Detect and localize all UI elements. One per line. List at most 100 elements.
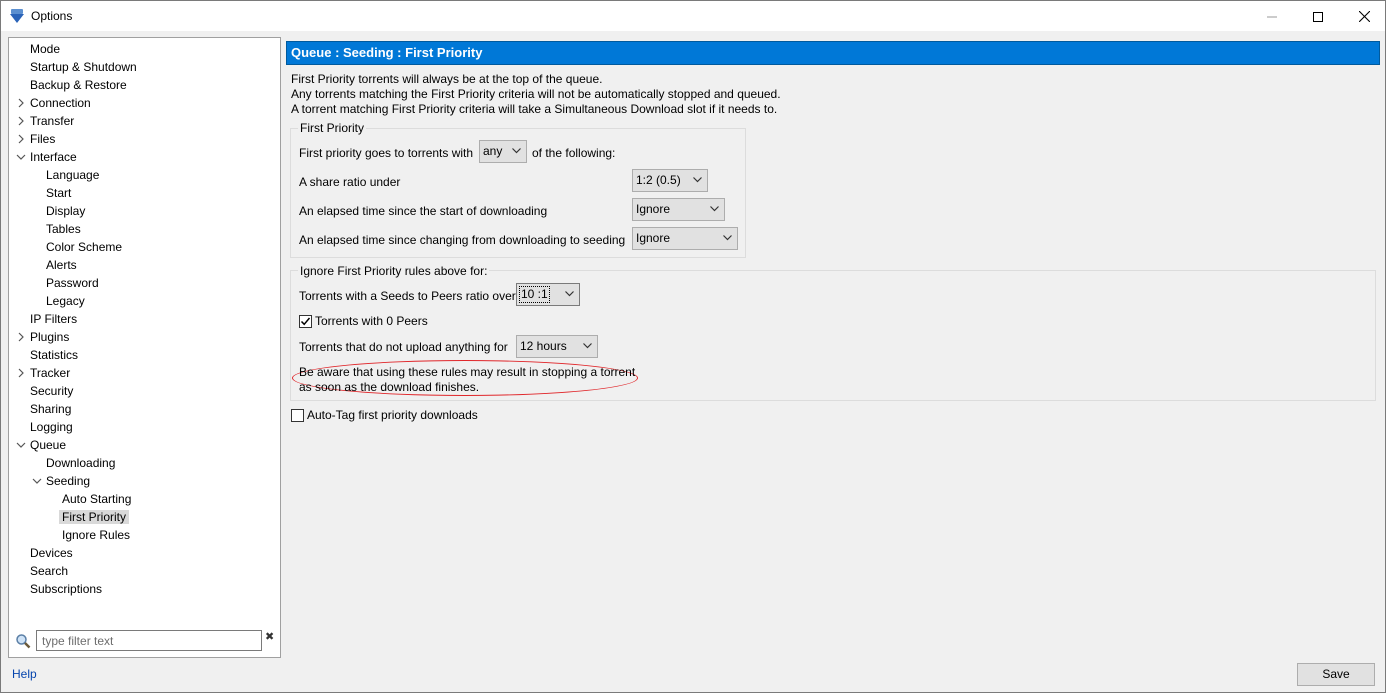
chevron-down-icon[interactable] <box>16 152 26 162</box>
tree-item-language[interactable]: Language <box>46 166 99 184</box>
tree-item-transfer[interactable]: Transfer <box>18 112 75 130</box>
tree-item-label: Downloading <box>46 456 116 470</box>
tree-item-label: Search <box>30 564 69 578</box>
app-icon <box>10 9 24 23</box>
auto-tag-label: Auto-Tag first priority downloads <box>307 408 478 422</box>
tree-item-label: Sharing <box>30 402 72 416</box>
chevron-right-icon[interactable] <box>16 98 26 108</box>
minimize-button[interactable] <box>1249 1 1295 32</box>
tree-item-label: Display <box>46 204 86 218</box>
tree-item-label: Language <box>46 168 100 182</box>
tree-item-color-scheme[interactable]: Color Scheme <box>46 238 122 256</box>
tree-item-devices[interactable]: Devices <box>30 544 73 562</box>
seeds-peers-label: Torrents with a Seeds to Peers ratio ove… <box>299 289 516 303</box>
tree-item-search[interactable]: Search <box>30 562 68 580</box>
chevron-down-icon <box>693 177 702 183</box>
tree-item-connection[interactable]: Connection <box>18 94 91 112</box>
tree-item-downloading[interactable]: Downloading <box>46 454 115 472</box>
tree-item-tracker[interactable]: Tracker <box>18 364 71 382</box>
tree-item-alerts[interactable]: Alerts <box>46 256 77 274</box>
chevron-right-icon[interactable] <box>16 134 26 144</box>
share-ratio-label: A share ratio under <box>299 175 401 189</box>
tree-item-label: Queue <box>30 438 67 452</box>
no-upload-label: Torrents that do not upload anything for <box>299 340 508 354</box>
tree-item-password[interactable]: Password <box>46 274 99 292</box>
tree-item-label: Start <box>46 186 72 200</box>
tree-item-label: Interface <box>30 150 77 164</box>
tree-item-security[interactable]: Security <box>30 382 73 400</box>
description-line-2: Any torrents matching the First Priority… <box>291 87 781 101</box>
zero-peers-checkbox[interactable] <box>299 315 312 328</box>
warning-line-2: as soon as the download finishes. <box>299 380 480 394</box>
chevron-down-icon <box>710 206 719 212</box>
tree-item-label: Auto Starting <box>62 492 132 506</box>
tree-item-subscriptions[interactable]: Subscriptions <box>30 580 102 598</box>
share-ratio-select[interactable]: 1:2 (0.5) <box>632 169 708 192</box>
tree-item-tables[interactable]: Tables <box>46 220 81 238</box>
tree-item-ip-filters[interactable]: IP Filters <box>30 310 77 328</box>
no-upload-value: 12 hours <box>520 339 567 353</box>
seeds-peers-select[interactable]: 10 :1 <box>516 283 580 306</box>
page-header: Queue : Seeding : First Priority <box>286 41 1380 65</box>
tree-item-first-priority[interactable]: First Priority <box>59 508 129 526</box>
tree-item-display[interactable]: Display <box>46 202 85 220</box>
tree-item-plugins[interactable]: Plugins <box>18 328 70 346</box>
help-link[interactable]: Help <box>12 667 37 681</box>
chevron-right-icon[interactable] <box>16 332 26 342</box>
first-priority-legend: First Priority <box>298 121 366 135</box>
elapsed-download-select[interactable]: Ignore <box>632 198 725 221</box>
elapsed-seeding-label: An elapsed time since changing from down… <box>299 233 626 247</box>
goes-to-prefix-label: First priority goes to torrents with <box>299 146 474 160</box>
tree-item-label: Devices <box>30 546 73 560</box>
elapsed-seeding-select[interactable]: Ignore <box>632 227 738 250</box>
tree-item-label: Connection <box>30 96 91 110</box>
tree-item-label: Subscriptions <box>30 582 103 596</box>
goes-to-suffix-label: of the following: <box>532 146 616 160</box>
tree-item-sharing[interactable]: Sharing <box>30 400 71 418</box>
auto-tag-checkbox[interactable] <box>291 409 304 422</box>
tree-item-label: Seeding <box>46 474 91 488</box>
chevron-down-icon <box>512 148 521 154</box>
tree-item-start[interactable]: Start <box>46 184 71 202</box>
title-bar: Options <box>0 0 1386 31</box>
tree-item-legacy[interactable]: Legacy <box>46 292 85 310</box>
chevron-down-icon[interactable] <box>16 440 26 450</box>
tree-item-ignore-rules[interactable]: Ignore Rules <box>62 526 130 544</box>
tree-item-queue[interactable]: Queue <box>16 436 67 454</box>
window-title: Options <box>31 9 73 23</box>
tree-item-auto-starting[interactable]: Auto Starting <box>62 490 131 508</box>
tree-item-label: Color Scheme <box>46 240 123 254</box>
chevron-down-icon <box>723 235 732 241</box>
clear-filter-icon[interactable]: ✖ <box>265 630 274 643</box>
warning-line-1: Be aware that using these rules may resu… <box>299 365 636 379</box>
tree-item-label: Alerts <box>46 258 77 272</box>
elapsed-seeding-value: Ignore <box>636 231 671 245</box>
no-upload-select[interactable]: 12 hours <box>516 335 598 358</box>
elapsed-download-value: Ignore <box>636 202 671 216</box>
tree-item-startup-shutdown[interactable]: Startup & Shutdown <box>30 58 137 76</box>
tree-item-backup-restore[interactable]: Backup & Restore <box>30 76 127 94</box>
tree-item-label: Transfer <box>30 114 75 128</box>
tree-item-label: Files <box>30 132 56 146</box>
tree-item-mode[interactable]: Mode <box>30 40 60 58</box>
maximize-button[interactable] <box>1295 1 1341 32</box>
close-button[interactable] <box>1341 1 1386 32</box>
tree-item-seeding[interactable]: Seeding <box>32 472 91 490</box>
tree-item-interface[interactable]: Interface <box>16 148 77 166</box>
tree-item-label: Security <box>30 384 74 398</box>
description-line-3: A torrent matching First Priority criter… <box>291 102 778 116</box>
share-ratio-value: 1:2 (0.5) <box>636 173 681 187</box>
chevron-down-icon[interactable] <box>32 476 42 486</box>
tree-item-label: Plugins <box>30 330 70 344</box>
tree-item-files[interactable]: Files <box>18 130 56 148</box>
match-mode-select[interactable]: any <box>479 140 527 163</box>
chevron-right-icon[interactable] <box>16 368 26 378</box>
save-button[interactable]: Save <box>1297 663 1375 686</box>
tree-item-label: Tracker <box>30 366 71 380</box>
tree-item-label: Statistics <box>30 348 79 362</box>
filter-input[interactable] <box>36 630 262 651</box>
chevron-right-icon[interactable] <box>16 116 26 126</box>
tree-item-label: IP Filters <box>30 312 78 326</box>
tree-item-logging[interactable]: Logging <box>30 418 73 436</box>
tree-item-statistics[interactable]: Statistics <box>30 346 78 364</box>
